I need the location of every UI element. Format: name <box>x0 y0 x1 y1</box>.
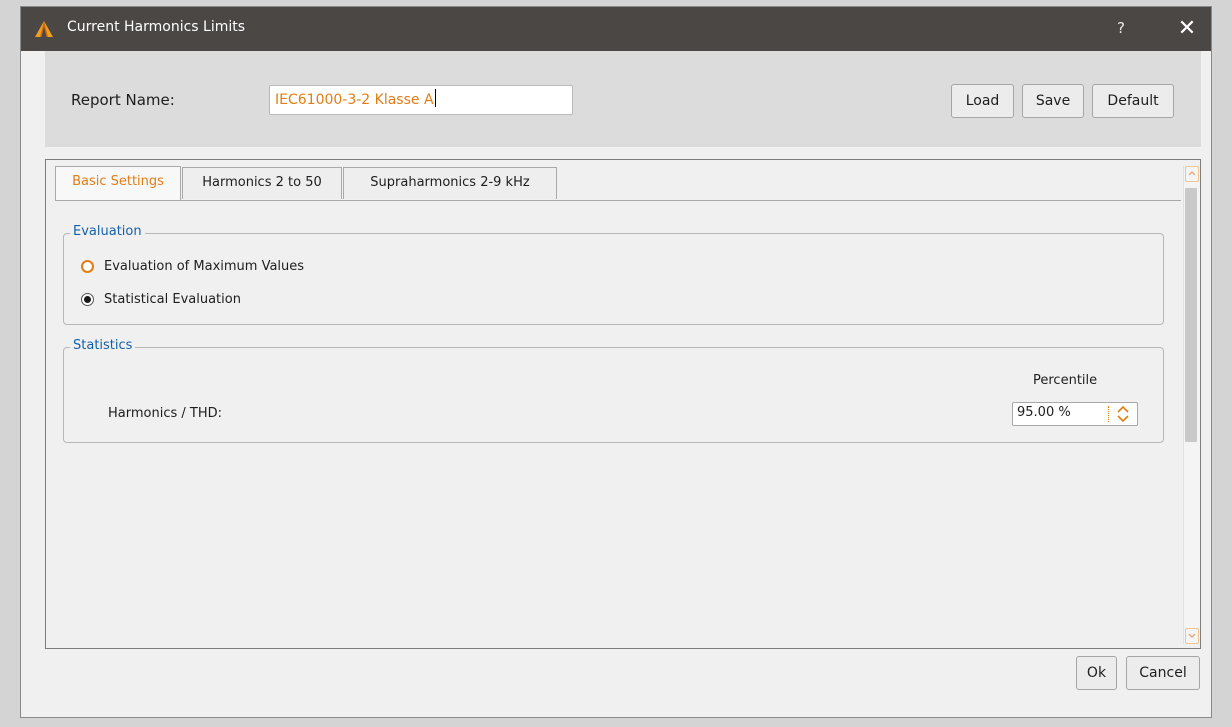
tab-supraharmonics[interactable]: Supraharmonics 2-9 kHz <box>343 167 557 199</box>
evaluation-group: Evaluation Evaluation of Maximum Values … <box>63 224 1164 325</box>
help-button[interactable]: ? <box>1109 16 1133 40</box>
radio-statistical[interactable]: Statistical Evaluation <box>81 289 241 309</box>
load-button[interactable]: Load <box>951 84 1014 118</box>
close-button[interactable]: ✕ <box>1173 16 1201 42</box>
app-logo-icon <box>35 21 53 37</box>
report-name-input[interactable]: IEC61000-3-2 Klasse A <box>269 85 573 115</box>
radio-checked-icon[interactable] <box>81 292 94 306</box>
harmonics-thd-label: Harmonics / THD: <box>108 406 222 421</box>
window-title: Current Harmonics Limits <box>67 19 246 35</box>
ok-button[interactable]: Ok <box>1076 656 1117 690</box>
report-name-value: IEC61000-3-2 Klasse A <box>275 92 434 108</box>
text-caret <box>434 89 436 107</box>
cancel-button[interactable]: Cancel <box>1126 656 1200 690</box>
up-down-chevron-icon[interactable] <box>1114 404 1132 424</box>
scroll-down-button[interactable] <box>1185 628 1199 644</box>
title-bar[interactable]: Current Harmonics Limits ? ✕ <box>21 7 1211 51</box>
dialog-window: Current Harmonics Limits ? ✕ Report Name… <box>20 6 1212 718</box>
evaluation-group-title: Evaluation <box>70 224 145 239</box>
radio-maximum-values[interactable]: Evaluation of Maximum Values <box>81 256 304 276</box>
tab-basic-settings[interactable]: Basic Settings <box>55 166 181 200</box>
statistics-group-title: Statistics <box>70 338 136 353</box>
tab-harmonics[interactable]: Harmonics 2 to 50 <box>182 167 342 199</box>
default-button[interactable]: Default <box>1092 84 1174 118</box>
vertical-scrollbar[interactable] <box>1183 166 1200 644</box>
chevron-down-icon <box>1188 633 1196 638</box>
radio-unchecked-icon[interactable] <box>81 259 94 273</box>
report-header: Report Name: IEC61000-3-2 Klasse A Load … <box>45 51 1201 147</box>
settings-panel: Basic Settings Harmonics 2 to 50 Supraha… <box>45 159 1201 649</box>
scroll-thumb[interactable] <box>1185 188 1197 442</box>
percentile-value: 95.00 % <box>1017 405 1071 420</box>
statistics-group: Statistics Percentile Harmonics / THD: 9… <box>63 338 1164 443</box>
chevron-up-icon <box>1188 171 1196 176</box>
report-name-label: Report Name: <box>71 91 175 109</box>
scroll-up-button[interactable] <box>1185 166 1199 182</box>
save-button[interactable]: Save <box>1022 84 1084 118</box>
percentile-spinbox[interactable]: 95.00 % <box>1012 402 1138 426</box>
spin-separator <box>1108 406 1109 422</box>
tab-divider <box>55 200 1181 201</box>
radio-statistical-label: Statistical Evaluation <box>104 291 241 307</box>
percentile-header: Percentile <box>1033 373 1098 388</box>
radio-maximum-label: Evaluation of Maximum Values <box>104 258 305 274</box>
